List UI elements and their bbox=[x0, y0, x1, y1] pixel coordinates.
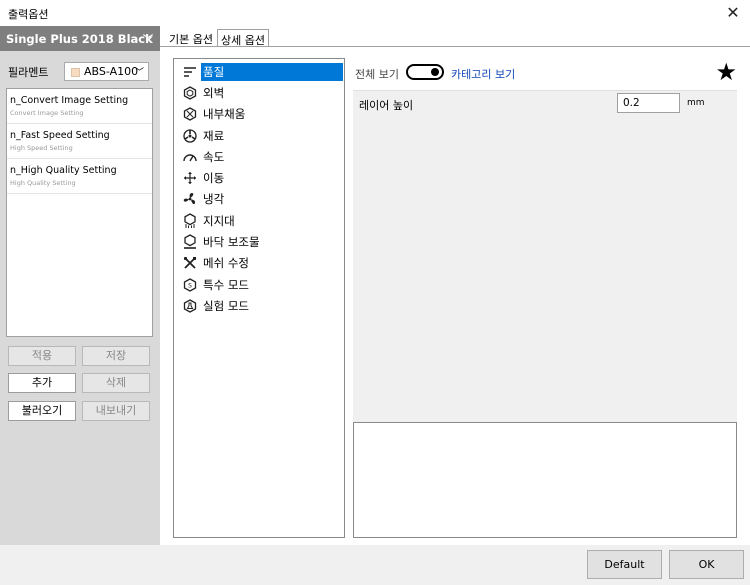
category-label: 내부채움 bbox=[203, 107, 246, 122]
fan-icon bbox=[182, 191, 198, 207]
category-item-quality[interactable]: 품질 bbox=[174, 61, 344, 82]
category-item-bed-adhesion[interactable]: 바닥 보조물 bbox=[174, 231, 344, 252]
profile-description: High Quality Setting bbox=[10, 179, 76, 187]
category-item-infill[interactable]: 내부채움 bbox=[174, 104, 344, 125]
tab-bar: 기본 옵션 상세 옵션 bbox=[160, 26, 750, 47]
infill-hexagon-icon bbox=[182, 106, 198, 122]
printer-name: Single Plus 2018 Black bbox=[6, 32, 153, 46]
printer-selector[interactable]: Single Plus 2018 Black ﹀ bbox=[0, 26, 160, 51]
filament-value: ABS-A100 bbox=[84, 65, 139, 78]
speedometer-icon bbox=[182, 149, 198, 165]
category-item-special-mode[interactable]: S 특수 모드 bbox=[174, 274, 344, 295]
bed-adhesion-icon bbox=[182, 234, 198, 250]
profile-item[interactable]: n_Convert Image Setting Convert Image Se… bbox=[7, 89, 152, 124]
support-icon bbox=[182, 212, 198, 229]
settings-list: 레이어 높이 0.2 mm bbox=[353, 90, 737, 422]
hexagon-icon bbox=[182, 85, 198, 101]
options-content: 품질 외벽 내부채움 재료 속도 이동 냉각 지지대 바닥 보조물 메쉬 수정 … bbox=[160, 46, 750, 545]
left-panel: Single Plus 2018 Black ﹀ 필라멘트 ABS-A100 ﹀… bbox=[0, 26, 160, 545]
category-label: 메쉬 수정 bbox=[203, 256, 249, 271]
category-label: 실험 모드 bbox=[203, 298, 249, 313]
chevron-down-icon: ﹀ bbox=[143, 35, 153, 46]
category-item-support[interactable]: 지지대 bbox=[174, 210, 344, 231]
category-item-mesh-fix[interactable]: 메쉬 수정 bbox=[174, 253, 344, 274]
view-category-label[interactable]: 카테고리 보기 bbox=[451, 66, 515, 82]
add-button[interactable]: 추가 bbox=[8, 373, 76, 393]
category-label: 외벽 bbox=[203, 85, 225, 100]
description-box bbox=[353, 422, 737, 538]
filament-color-swatch bbox=[71, 67, 80, 77]
view-mode-toggle[interactable] bbox=[406, 64, 444, 80]
category-item-move[interactable]: 이동 bbox=[174, 167, 344, 188]
view-mode-row: 전체 보기 카테고리 보기 ★ bbox=[353, 58, 737, 86]
category-label: 냉각 bbox=[203, 192, 225, 207]
mesh-tools-icon bbox=[182, 255, 198, 271]
quality-lines-icon bbox=[182, 64, 198, 80]
profile-item[interactable]: n_Fast Speed Setting High Speed Setting bbox=[7, 124, 152, 159]
move-arrows-icon bbox=[182, 170, 198, 186]
tab-detailed-options[interactable]: 상세 옵션 bbox=[217, 29, 269, 47]
category-label: 바닥 보조물 bbox=[203, 235, 260, 250]
profile-item[interactable]: n_High Quality Setting High Quality Sett… bbox=[7, 159, 152, 194]
material-spool-icon bbox=[182, 128, 198, 144]
settings-panel: 전체 보기 카테고리 보기 ★ 레이어 높이 0.2 mm bbox=[353, 58, 737, 538]
profile-name: n_High Quality Setting bbox=[10, 165, 117, 176]
layer-height-label: 레이어 높이 bbox=[359, 99, 414, 112]
default-button[interactable]: Default bbox=[587, 550, 662, 579]
category-label: 재료 bbox=[203, 128, 225, 143]
delete-button[interactable]: 삭제 bbox=[82, 373, 150, 393]
view-all-label[interactable]: 전체 보기 bbox=[355, 66, 399, 82]
category-label: 속도 bbox=[203, 149, 225, 164]
experimental-icon bbox=[182, 298, 198, 314]
title-bar: 출력옵션 ✕ bbox=[0, 0, 750, 26]
save-button[interactable]: 저장 bbox=[82, 346, 150, 366]
profile-name: n_Fast Speed Setting bbox=[10, 130, 110, 141]
toggle-knob bbox=[431, 68, 439, 76]
category-label: 이동 bbox=[203, 171, 225, 186]
window-title: 출력옵션 bbox=[8, 8, 49, 21]
svg-text:S: S bbox=[188, 282, 192, 289]
filament-select[interactable]: ABS-A100 ﹀ bbox=[64, 62, 149, 81]
layer-height-unit: mm bbox=[687, 98, 705, 108]
special-mode-icon: S bbox=[182, 277, 198, 293]
import-button[interactable]: 불러오기 bbox=[8, 401, 76, 421]
profile-description: High Speed Setting bbox=[10, 144, 73, 152]
category-item-material[interactable]: 재료 bbox=[174, 125, 344, 146]
category-label: 지지대 bbox=[203, 213, 235, 228]
filament-label: 필라멘트 bbox=[8, 66, 49, 79]
category-item-speed[interactable]: 속도 bbox=[174, 146, 344, 167]
profile-list: n_Convert Image Setting Convert Image Se… bbox=[6, 88, 153, 337]
category-list: 품질 외벽 내부채움 재료 속도 이동 냉각 지지대 바닥 보조물 메쉬 수정 … bbox=[173, 58, 345, 538]
category-item-cooling[interactable]: 냉각 bbox=[174, 189, 344, 210]
ok-button[interactable]: OK bbox=[669, 550, 744, 579]
category-item-experimental[interactable]: 실험 모드 bbox=[174, 295, 344, 316]
close-icon[interactable]: ✕ bbox=[722, 2, 744, 24]
category-item-wall[interactable]: 외벽 bbox=[174, 82, 344, 103]
category-label: 특수 모드 bbox=[203, 277, 249, 292]
export-button[interactable]: 내보내기 bbox=[82, 401, 150, 421]
layer-height-input[interactable]: 0.2 bbox=[617, 93, 680, 113]
star-icon[interactable]: ★ bbox=[715, 58, 737, 86]
profile-name: n_Convert Image Setting bbox=[10, 95, 129, 106]
chevron-down-icon: ﹀ bbox=[134, 68, 144, 78]
apply-button[interactable]: 적용 bbox=[8, 346, 76, 366]
category-label: 품질 bbox=[201, 62, 343, 81]
tab-basic-options[interactable]: 기본 옵션 bbox=[166, 29, 216, 46]
profile-description: Convert Image Setting bbox=[10, 109, 84, 117]
footer-bar: Default OK bbox=[0, 545, 750, 585]
